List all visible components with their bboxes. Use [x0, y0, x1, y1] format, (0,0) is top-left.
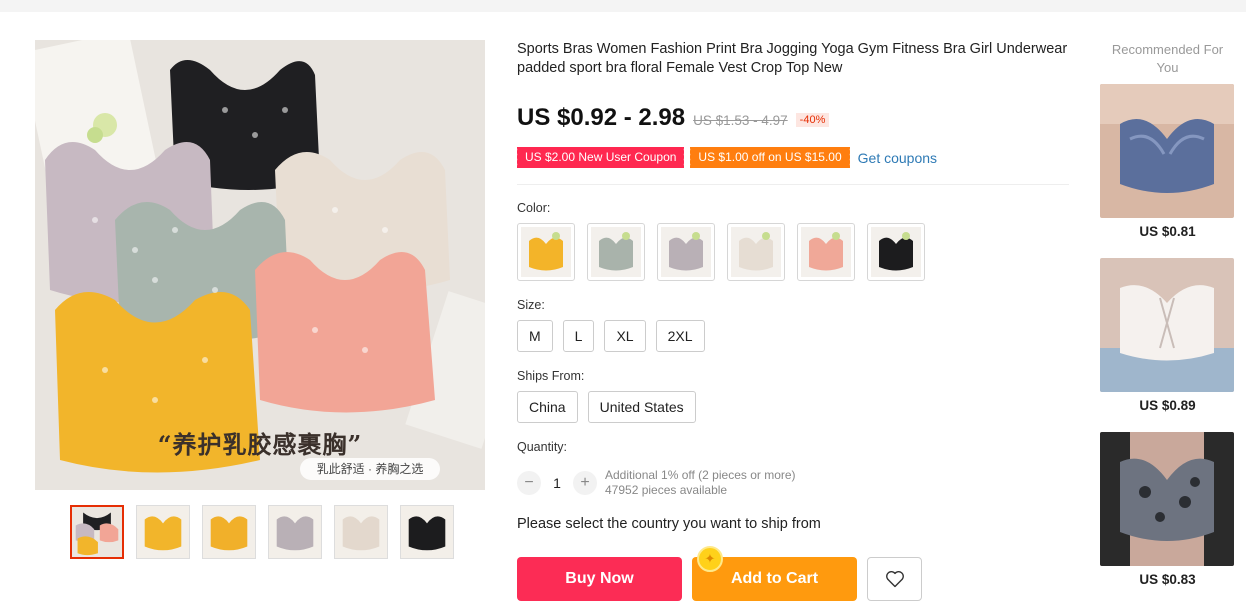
new-user-coupon[interactable]: US $2.00 New User Coupon [514, 147, 687, 168]
discount-badge: -40% [795, 113, 830, 127]
price-row: US $0.92 - 2.98 US $1.53 - 4.97 -40% [517, 104, 830, 132]
wishlist-button[interactable] [867, 557, 922, 601]
size-label: Size: [517, 298, 545, 312]
quantity-available: 47952 pieces available [605, 483, 728, 497]
size-option-xl[interactable]: XL [604, 320, 646, 352]
recommended-item-image[interactable] [1100, 258, 1234, 392]
size-options: M L XL 2XL [517, 320, 705, 352]
color-label: Color: [517, 201, 551, 215]
heart-icon [885, 571, 904, 588]
quantity-label: Quantity: [517, 440, 568, 454]
quantity-stepper: − 1 + Additional 1% off (2 pieces or mor… [517, 468, 796, 498]
quantity-info: Additional 1% off (2 pieces or more) 479… [605, 468, 796, 498]
coin-icon: ✦ [697, 546, 723, 572]
ships-from-label: Ships From: [517, 369, 585, 383]
recommended-item-price: US $0.83 [1139, 572, 1196, 587]
store-coupon[interactable]: US $1.00 off on US $15.00 [688, 147, 852, 168]
coupon-row: US $2.00 New User Coupon US $1.00 off on… [514, 147, 937, 168]
main-image-caption: “养护乳胶感裹胸” [157, 430, 363, 459]
thumbnail-1[interactable] [70, 505, 124, 559]
thumbnail-4[interactable] [268, 505, 322, 559]
recommended-item-1[interactable]: US $0.81 [1100, 84, 1235, 239]
recommended-item-3[interactable]: US $0.83 [1100, 432, 1235, 587]
thumbnail-5[interactable] [334, 505, 388, 559]
color-swatch-gray-green[interactable] [587, 223, 645, 281]
thumbnail-6[interactable] [400, 505, 454, 559]
thumbnail-2[interactable] [136, 505, 190, 559]
thumbnail-3[interactable] [202, 505, 256, 559]
ship-country-message: Please select the country you want to sh… [517, 516, 821, 532]
recommended-item-2[interactable]: US $0.89 [1100, 258, 1235, 413]
color-swatch-pink[interactable] [797, 223, 855, 281]
recommended-item-price: US $0.81 [1139, 224, 1196, 239]
ships-from-united-states[interactable]: United States [587, 391, 696, 423]
thumbnail-strip [70, 505, 454, 559]
main-product-image[interactable]: “养护乳胶感裹胸” 乳此舒适 · 养胸之选 [35, 40, 485, 490]
ships-from-options: China United States [517, 391, 696, 423]
color-swatch-black[interactable] [867, 223, 925, 281]
recommended-item-price: US $0.89 [1139, 398, 1196, 413]
original-price: US $1.53 - 4.97 [693, 113, 788, 128]
recommended-title: Recommended For You [1111, 42, 1224, 75]
current-price: US $0.92 - 2.98 [517, 104, 686, 131]
divider [517, 184, 1069, 185]
size-option-2xl[interactable]: 2XL [655, 320, 705, 352]
quantity-increase-button[interactable]: + [573, 471, 597, 495]
color-swatch-lavender-gray[interactable] [657, 223, 715, 281]
size-option-m[interactable]: M [517, 320, 553, 352]
color-swatches [517, 223, 925, 281]
quantity-value[interactable]: 1 [541, 475, 573, 491]
ships-from-china[interactable]: China [517, 391, 578, 423]
get-coupons-link[interactable]: Get coupons [858, 150, 937, 166]
recommended-item-image[interactable] [1100, 432, 1234, 566]
color-swatch-yellow[interactable] [517, 223, 575, 281]
quantity-decrease-button[interactable]: − [517, 471, 541, 495]
size-option-l[interactable]: L [562, 320, 595, 352]
quantity-discount-note: Additional 1% off (2 pieces or more) [605, 468, 796, 482]
product-title: Sports Bras Women Fashion Print Bra Jogg… [517, 41, 1068, 76]
top-bar [0, 0, 1246, 12]
color-swatch-beige[interactable] [727, 223, 785, 281]
recommended-item-image[interactable] [1100, 84, 1234, 218]
buy-now-button[interactable]: Buy Now [517, 557, 682, 601]
main-image-subcaption: 乳此舒适 · 养胸之选 [300, 458, 440, 480]
